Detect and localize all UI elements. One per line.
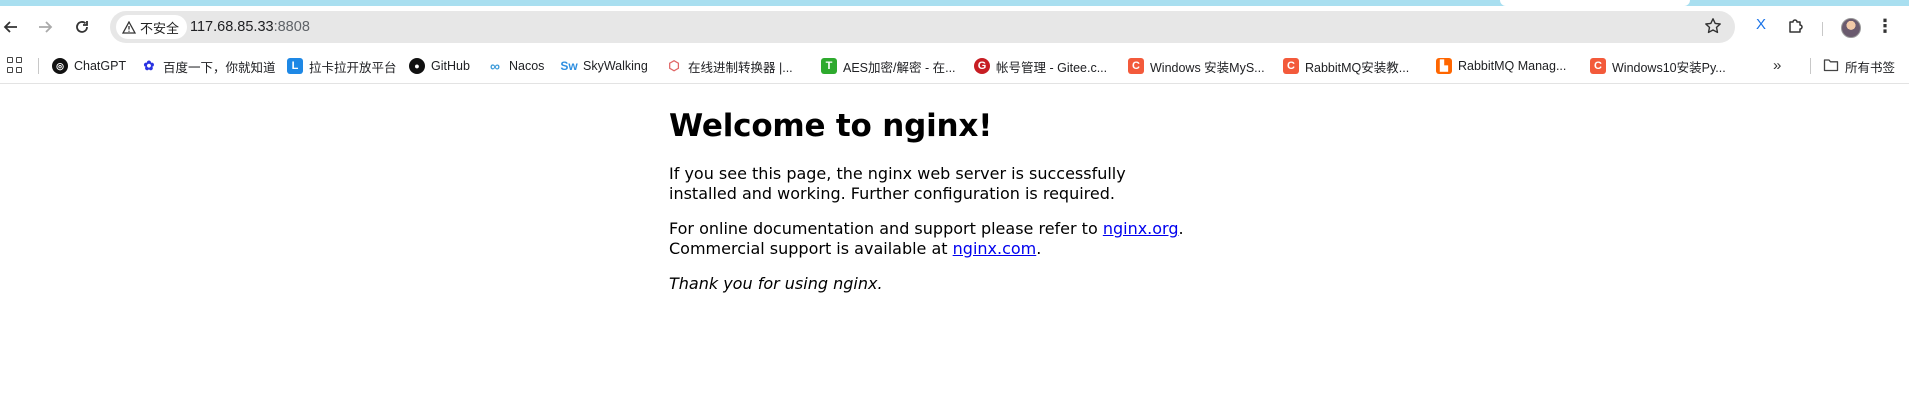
- bookmark-label: 帐号管理 - Gitee.c...: [996, 60, 1108, 75]
- browser-toolbar: 不安全 117.68.85.33:8808 X ⋮: [0, 6, 1909, 48]
- bookmark-label: SkyWalking: [583, 59, 648, 73]
- bookmark-windows-mysql[interactable]: C Windows 安装MyS...: [1128, 55, 1265, 77]
- warning-triangle-icon: [122, 20, 136, 34]
- bookmark-nacos[interactable]: ∞ Nacos: [487, 55, 544, 77]
- reload-icon[interactable]: [67, 12, 97, 42]
- baidu-paw-icon: ✿: [143, 58, 155, 73]
- commercial-text: .: [1036, 238, 1042, 258]
- support-text: .: [1178, 219, 1184, 238]
- bookmark-star-icon[interactable]: [1703, 17, 1723, 37]
- thanks-paragraph: Thank you for using nginx.: [669, 274, 1189, 294]
- bookmark-chatgpt[interactable]: ◎ ChatGPT: [52, 55, 126, 77]
- folder-icon: [1823, 58, 1839, 75]
- more-menu-icon[interactable]: ⋮: [1876, 16, 1894, 38]
- bookmark-label: Windows 安装MyS...: [1150, 60, 1265, 75]
- bookmark-hex-converter[interactable]: ⬡ 在线进制转换器 |...: [666, 55, 793, 77]
- github-icon: ●: [409, 58, 425, 74]
- all-bookmarks-label: 所有书签: [1845, 60, 1896, 75]
- security-chip-label: 不安全: [140, 20, 180, 36]
- intro-paragraph: If you see this page, the nginx web serv…: [669, 164, 1126, 203]
- bookmark-label: RabbitMQ Manag...: [1458, 59, 1567, 73]
- extensions-puzzle-icon[interactable]: [1785, 16, 1807, 38]
- bookmark-skywalking[interactable]: Sw SkyWalking: [560, 55, 648, 77]
- back-arrow-icon[interactable]: [0, 12, 26, 42]
- page-content: Welcome to nginx! If you see this page, …: [669, 100, 1189, 310]
- apps-grid-icon[interactable]: [7, 57, 23, 73]
- skywalking-icon: Sw: [560, 59, 578, 73]
- gitee-icon: G: [974, 58, 990, 74]
- bookmark-label: 百度一下，你就知道: [163, 60, 276, 75]
- commercial-text: Commercial support is available at: [669, 238, 953, 258]
- csdn-icon: C: [1283, 58, 1299, 74]
- forward-arrow-icon[interactable]: [30, 12, 60, 42]
- all-bookmarks-button[interactable]: 所有书签: [1823, 55, 1895, 77]
- nacos-icon: ∞: [490, 58, 500, 74]
- bookmark-label: ChatGPT: [74, 59, 127, 73]
- page-title: Welcome to nginx!: [669, 108, 993, 144]
- bookmark-label: 在线进制转换器 |...: [688, 60, 793, 75]
- url-text[interactable]: 117.68.85.33:8808: [190, 11, 310, 43]
- bookmark-label: RabbitMQ安装教...: [1305, 60, 1410, 75]
- aes-icon: T: [821, 58, 837, 74]
- bookmarks-divider: [38, 58, 39, 74]
- bookmark-github[interactable]: ● GitHub: [409, 55, 470, 77]
- bookmark-rabbitmq-install[interactable]: C RabbitMQ安装教...: [1283, 55, 1409, 77]
- hex-converter-icon: ⬡: [668, 58, 680, 73]
- url-port: :8808: [273, 19, 310, 35]
- bookmark-label: Windows10安装Py...: [1612, 60, 1726, 75]
- bookmark-gitee[interactable]: G 帐号管理 - Gitee.c...: [974, 55, 1107, 77]
- url-host: 117.68.85.33: [190, 19, 274, 35]
- more-bookmarks-chevron-icon[interactable]: »: [1773, 57, 1781, 74]
- security-chip[interactable]: 不安全: [116, 15, 188, 39]
- bookmark-rabbitmq-management[interactable]: ▙ RabbitMQ Manag...: [1436, 55, 1566, 77]
- chatgpt-icon: ◎: [52, 58, 68, 74]
- bookmark-baidu[interactable]: ✿ 百度一下，你就知道: [141, 55, 276, 77]
- support-text: For online documentation and support ple…: [669, 219, 1103, 238]
- bookmarks-divider: [1810, 58, 1811, 74]
- rabbitmq-icon: ▙: [1436, 58, 1452, 74]
- nginx-org-link[interactable]: nginx.org: [1103, 219, 1179, 238]
- csdn-icon: C: [1128, 58, 1144, 74]
- bookmarks-bar: ◎ ChatGPT ✿ 百度一下，你就知道 L 拉卡拉开放平台 ● GitHub…: [0, 48, 1909, 84]
- address-bar[interactable]: 不安全 117.68.85.33:8808: [110, 11, 1735, 43]
- csdn-icon: C: [1590, 58, 1606, 74]
- lakala-icon: L: [287, 58, 303, 74]
- support-paragraph: For online documentation and support ple…: [669, 219, 1189, 258]
- bookmark-windows10-python[interactable]: C Windows10安装Py...: [1590, 55, 1726, 77]
- bookmark-label: 拉卡拉开放平台: [309, 60, 397, 75]
- extension-x-icon[interactable]: X: [1752, 16, 1770, 38]
- bookmark-label: Nacos: [509, 59, 545, 73]
- bookmark-lakala[interactable]: L 拉卡拉开放平台: [287, 55, 397, 77]
- bookmark-label: AES加密/解密 - 在...: [843, 60, 956, 75]
- bookmark-aes[interactable]: T AES加密/解密 - 在...: [821, 55, 956, 77]
- nginx-com-link[interactable]: nginx.com: [953, 239, 1037, 258]
- profile-avatar[interactable]: [1841, 18, 1861, 38]
- toolbar-divider: [1822, 22, 1823, 36]
- bookmark-label: GitHub: [431, 59, 470, 73]
- thanks-text: Thank you for using nginx.: [669, 274, 883, 293]
